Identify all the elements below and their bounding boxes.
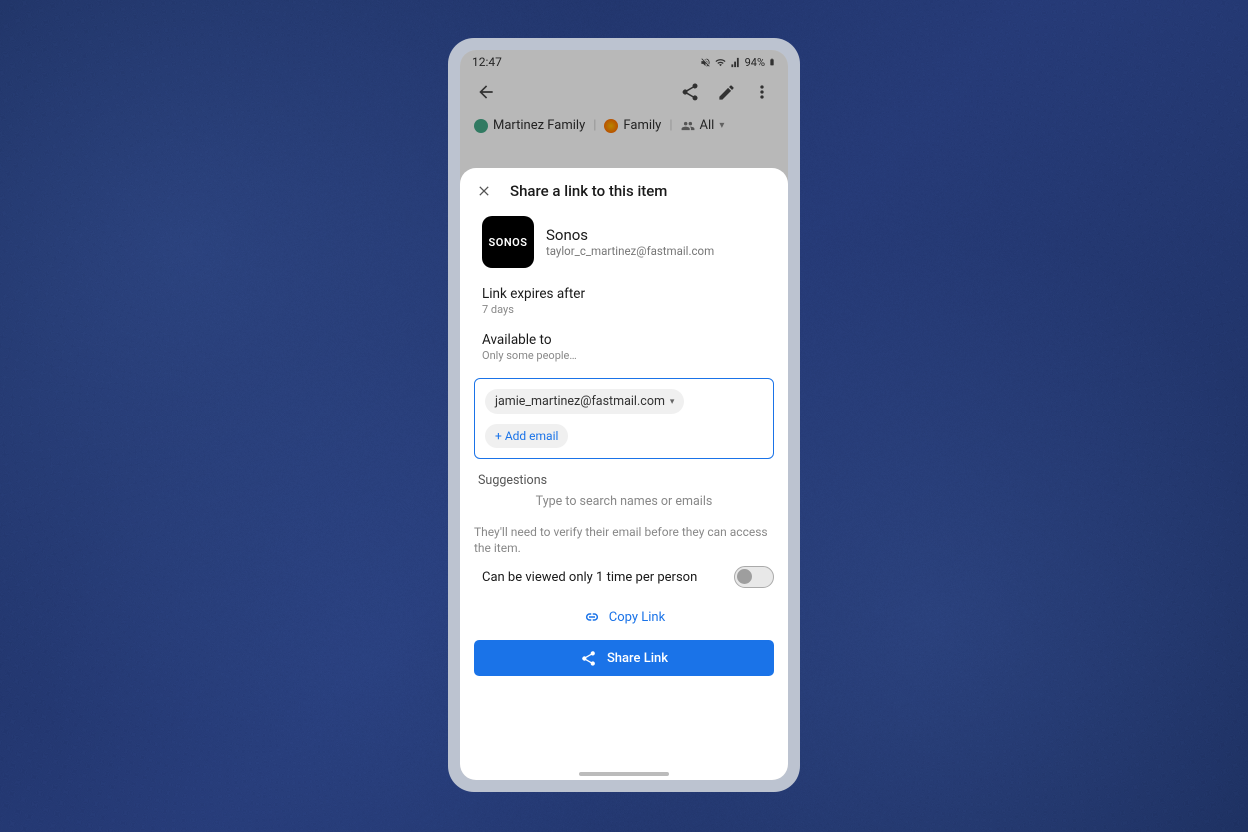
expiry-value: 7 days [482, 303, 766, 316]
share-link-label: Share Link [607, 651, 668, 666]
item-email: taylor_c_martinez@fastmail.com [546, 244, 714, 258]
item-logo: SONOS [482, 216, 534, 268]
share-sheet: Share a link to this item SONOS Sonos ta… [460, 168, 788, 780]
recipient-chip[interactable]: jamie_martinez@fastmail.com ▾ [485, 389, 684, 414]
suggestions-hint: Type to search names or emails [460, 490, 788, 523]
add-email-button[interactable]: + Add email [485, 424, 568, 448]
copy-link-button[interactable]: Copy Link [460, 590, 788, 636]
expiry-setting[interactable]: Link expires after 7 days [460, 280, 788, 322]
phone-screen: 12:47 94% [460, 50, 788, 780]
sheet-title: Share a link to this item [510, 182, 667, 200]
plus-icon: + [495, 429, 502, 443]
availability-value: Only some people… [482, 349, 766, 362]
item-row: SONOS Sonos taylor_c_martinez@fastmail.c… [460, 210, 788, 280]
recipient-email: jamie_martinez@fastmail.com [495, 394, 665, 409]
share-link-button[interactable]: Share Link [474, 640, 774, 676]
link-icon [583, 608, 601, 626]
item-name: Sonos [546, 226, 714, 244]
close-button[interactable] [476, 183, 492, 199]
phone-frame: 12:47 94% [448, 38, 800, 792]
view-once-label: Can be viewed only 1 time per person [482, 570, 697, 585]
copy-link-label: Copy Link [609, 610, 665, 625]
view-once-row: Can be viewed only 1 time per person [460, 564, 788, 590]
chevron-down-icon: ▾ [670, 397, 675, 407]
verify-note: They'll need to verify their email befor… [460, 523, 788, 564]
availability-label: Available to [482, 332, 766, 348]
share-icon [580, 650, 597, 667]
availability-setting[interactable]: Available to Only some people… [460, 322, 788, 368]
email-input-box[interactable]: jamie_martinez@fastmail.com ▾ + Add emai… [474, 378, 774, 459]
add-email-label: Add email [505, 429, 559, 443]
view-once-toggle[interactable] [734, 566, 774, 588]
expiry-label: Link expires after [482, 286, 766, 302]
suggestions-label: Suggestions [460, 465, 788, 490]
home-indicator[interactable] [579, 772, 669, 776]
